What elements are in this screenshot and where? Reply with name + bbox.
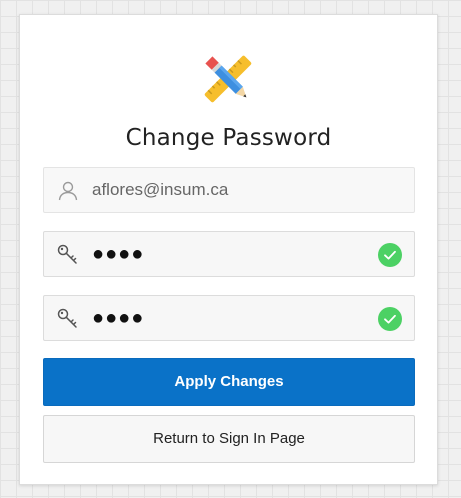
ruler-pencil-icon [204,55,252,103]
apply-changes-button[interactable]: Apply Changes [43,358,415,406]
confirm-password-field[interactable]: ●●●● [43,295,415,341]
key-icon [57,308,77,328]
return-to-sign-in-button[interactable]: Return to Sign In Page [43,415,415,463]
check-circle-icon [378,307,402,331]
page-title: Change Password [125,125,332,151]
key-icon [57,244,77,264]
new-password-field[interactable]: ●●●● [43,231,415,277]
username-field[interactable]: aflores@insum.ca [43,167,415,213]
user-icon [58,181,78,201]
username-value: aflores@insum.ca [92,180,229,199]
new-password-value: ●●●● [92,243,145,265]
check-circle-icon [378,243,402,267]
change-password-card: Change Password aflores@insum.ca ●●●● ●●… [19,14,438,485]
confirm-password-value: ●●●● [92,307,145,329]
